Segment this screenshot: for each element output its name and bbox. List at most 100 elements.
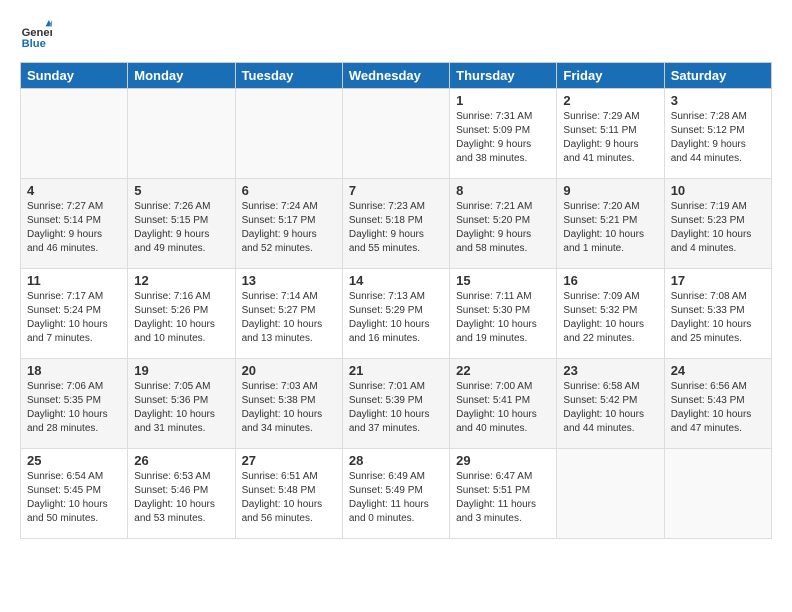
calendar-cell: 19Sunrise: 7:05 AM Sunset: 5:36 PM Dayli… bbox=[128, 359, 235, 449]
day-number: 16 bbox=[563, 273, 657, 288]
column-header-friday: Friday bbox=[557, 63, 664, 89]
calendar-week-row: 25 Sunrise: 6:54 AM Sunset: 5:45 PM Dayli… bbox=[21, 449, 772, 539]
day-info: Sunrise: 7:00 AM Sunset: 5:41 PM Dayligh… bbox=[456, 380, 550, 436]
calendar-cell: 24 Sunrise: 6:56 AM Sunset: 5:43 PM Dayli… bbox=[664, 359, 771, 449]
day-info: Sunrise: 7:17 AM Sunset: 5:24 PM Dayligh… bbox=[27, 290, 121, 346]
calendar-cell: 2 Sunrise: 7:29 AM Sunset: 5:11 PM Daylig… bbox=[557, 89, 664, 179]
day-number: 26 bbox=[134, 453, 228, 468]
day-number: 25 bbox=[27, 453, 121, 468]
logo-icon: General Blue bbox=[20, 20, 52, 52]
day-number: 22 bbox=[456, 363, 550, 378]
day-number: 17 bbox=[671, 273, 765, 288]
day-info: Sunrise: 7:27 AM Sunset: 5:14 PM Dayligh… bbox=[27, 200, 121, 256]
calendar-cell: 10 Sunrise: 7:19 AM Sunset: 5:23 PM Dayli… bbox=[664, 179, 771, 269]
calendar-cell: 25 Sunrise: 6:54 AM Sunset: 5:45 PM Dayli… bbox=[21, 449, 128, 539]
calendar-cell: 22 Sunrise: 7:00 AM Sunset: 5:41 PM Dayli… bbox=[450, 359, 557, 449]
calendar-cell bbox=[557, 449, 664, 539]
calendar-cell: 14 Sunrise: 7:13 AM Sunset: 5:29 PM Dayli… bbox=[342, 269, 449, 359]
calendar-cell: 1Sunrise: 7:31 AM Sunset: 5:09 PM Daylig… bbox=[450, 89, 557, 179]
calendar-cell: 12 Sunrise: 7:16 AM Sunset: 5:26 PM Dayli… bbox=[128, 269, 235, 359]
day-number: 12 bbox=[134, 273, 228, 288]
day-number: 11 bbox=[27, 273, 121, 288]
day-info: Sunrise: 7:20 AM Sunset: 5:21 PM Dayligh… bbox=[563, 200, 657, 256]
day-number: 3 bbox=[671, 93, 765, 108]
calendar-cell: 27Sunrise: 6:51 AM Sunset: 5:48 PM Dayli… bbox=[235, 449, 342, 539]
calendar-cell bbox=[664, 449, 771, 539]
calendar-cell: 28 Sunrise: 6:49 AM Sunset: 5:49 PM Dayli… bbox=[342, 449, 449, 539]
day-number: 14 bbox=[349, 273, 443, 288]
day-info: Sunrise: 6:53 AM Sunset: 5:46 PM Dayligh… bbox=[134, 470, 228, 526]
day-info: Sunrise: 7:13 AM Sunset: 5:29 PM Dayligh… bbox=[349, 290, 443, 346]
column-header-monday: Monday bbox=[128, 63, 235, 89]
calendar-cell: 3 Sunrise: 7:28 AM Sunset: 5:12 PM Daylig… bbox=[664, 89, 771, 179]
day-info: Sunrise: 7:26 AM Sunset: 5:15 PM Dayligh… bbox=[134, 200, 228, 256]
day-number: 13 bbox=[242, 273, 336, 288]
calendar-cell: 23 Sunrise: 6:58 AM Sunset: 5:42 PM Dayli… bbox=[557, 359, 664, 449]
day-info: Sunrise: 7:14 AM Sunset: 5:27 PM Dayligh… bbox=[242, 290, 336, 346]
day-number: 28 bbox=[349, 453, 443, 468]
day-info: Sunrise: 7:16 AM Sunset: 5:26 PM Dayligh… bbox=[134, 290, 228, 346]
calendar-cell: 16 Sunrise: 7:09 AM Sunset: 5:32 PM Dayli… bbox=[557, 269, 664, 359]
day-info: Sunrise: 7:11 AM Sunset: 5:30 PM Dayligh… bbox=[456, 290, 550, 346]
day-number: 5 bbox=[134, 183, 228, 198]
page-header: General Blue bbox=[20, 20, 772, 52]
day-info: Sunrise: 7:24 AM Sunset: 5:17 PM Dayligh… bbox=[242, 200, 336, 256]
day-number: 19 bbox=[134, 363, 228, 378]
calendar-week-row: 11 Sunrise: 7:17 AM Sunset: 5:24 PM Dayli… bbox=[21, 269, 772, 359]
day-info: Sunrise: 7:08 AM Sunset: 5:33 PM Dayligh… bbox=[671, 290, 765, 346]
column-header-sunday: Sunday bbox=[21, 63, 128, 89]
calendar-cell bbox=[235, 89, 342, 179]
column-header-saturday: Saturday bbox=[664, 63, 771, 89]
day-number: 2 bbox=[563, 93, 657, 108]
day-number: 18 bbox=[27, 363, 121, 378]
day-info: Sunrise: 7:19 AM Sunset: 5:23 PM Dayligh… bbox=[671, 200, 765, 256]
day-info: Sunrise: 7:29 AM Sunset: 5:11 PM Dayligh… bbox=[563, 110, 657, 166]
calendar-cell: 20 Sunrise: 7:03 AM Sunset: 5:38 PM Dayli… bbox=[235, 359, 342, 449]
calendar-cell: 6 Sunrise: 7:24 AM Sunset: 5:17 PM Daylig… bbox=[235, 179, 342, 269]
day-number: 23 bbox=[563, 363, 657, 378]
calendar-week-row: 18 Sunrise: 7:06 AM Sunset: 5:35 PM Dayli… bbox=[21, 359, 772, 449]
svg-text:General: General bbox=[22, 27, 52, 39]
day-number: 21 bbox=[349, 363, 443, 378]
calendar-cell: 5 Sunrise: 7:26 AM Sunset: 5:15 PM Daylig… bbox=[128, 179, 235, 269]
day-info: Sunrise: 7:23 AM Sunset: 5:18 PM Dayligh… bbox=[349, 200, 443, 256]
calendar-cell: 11 Sunrise: 7:17 AM Sunset: 5:24 PM Dayli… bbox=[21, 269, 128, 359]
day-number: 24 bbox=[671, 363, 765, 378]
day-number: 29 bbox=[456, 453, 550, 468]
calendar-cell: 13 Sunrise: 7:14 AM Sunset: 5:27 PM Dayli… bbox=[235, 269, 342, 359]
calendar-cell: 21 Sunrise: 7:01 AM Sunset: 5:39 PM Dayli… bbox=[342, 359, 449, 449]
svg-text:Blue: Blue bbox=[22, 38, 46, 50]
day-info: Sunrise: 7:06 AM Sunset: 5:35 PM Dayligh… bbox=[27, 380, 121, 436]
calendar-table: SundayMondayTuesdayWednesdayThursdayFrid… bbox=[20, 62, 772, 539]
day-info: Sunrise: 7:28 AM Sunset: 5:12 PM Dayligh… bbox=[671, 110, 765, 166]
day-info: Sunrise: 6:51 AM Sunset: 5:48 PM Dayligh… bbox=[242, 470, 336, 526]
day-number: 6 bbox=[242, 183, 336, 198]
day-info: Sunrise: 7:01 AM Sunset: 5:39 PM Dayligh… bbox=[349, 380, 443, 436]
logo: General Blue bbox=[20, 20, 56, 52]
day-info: Sunrise: 6:56 AM Sunset: 5:43 PM Dayligh… bbox=[671, 380, 765, 436]
day-number: 4 bbox=[27, 183, 121, 198]
calendar-cell: 8 Sunrise: 7:21 AM Sunset: 5:20 PM Daylig… bbox=[450, 179, 557, 269]
day-number: 10 bbox=[671, 183, 765, 198]
day-info: Sunrise: 6:58 AM Sunset: 5:42 PM Dayligh… bbox=[563, 380, 657, 436]
day-info: Sunrise: 6:54 AM Sunset: 5:45 PM Dayligh… bbox=[27, 470, 121, 526]
calendar-week-row: 1Sunrise: 7:31 AM Sunset: 5:09 PM Daylig… bbox=[21, 89, 772, 179]
column-header-thursday: Thursday bbox=[450, 63, 557, 89]
calendar-cell bbox=[128, 89, 235, 179]
calendar-header-row: SundayMondayTuesdayWednesdayThursdayFrid… bbox=[21, 63, 772, 89]
calendar-cell: 17 Sunrise: 7:08 AM Sunset: 5:33 PM Dayli… bbox=[664, 269, 771, 359]
calendar-cell bbox=[21, 89, 128, 179]
calendar-week-row: 4 Sunrise: 7:27 AM Sunset: 5:14 PM Daylig… bbox=[21, 179, 772, 269]
day-info: Sunrise: 7:31 AM Sunset: 5:09 PM Dayligh… bbox=[456, 110, 550, 166]
day-info: Sunrise: 6:47 AM Sunset: 5:51 PM Dayligh… bbox=[456, 470, 550, 526]
calendar-cell: 9 Sunrise: 7:20 AM Sunset: 5:21 PM Daylig… bbox=[557, 179, 664, 269]
day-info: Sunrise: 7:03 AM Sunset: 5:38 PM Dayligh… bbox=[242, 380, 336, 436]
calendar-cell: 15Sunrise: 7:11 AM Sunset: 5:30 PM Dayli… bbox=[450, 269, 557, 359]
day-info: Sunrise: 7:09 AM Sunset: 5:32 PM Dayligh… bbox=[563, 290, 657, 346]
day-number: 9 bbox=[563, 183, 657, 198]
calendar-cell: 7Sunrise: 7:23 AM Sunset: 5:18 PM Daylig… bbox=[342, 179, 449, 269]
day-info: Sunrise: 6:49 AM Sunset: 5:49 PM Dayligh… bbox=[349, 470, 443, 526]
day-info: Sunrise: 7:21 AM Sunset: 5:20 PM Dayligh… bbox=[456, 200, 550, 256]
day-number: 20 bbox=[242, 363, 336, 378]
day-number: 8 bbox=[456, 183, 550, 198]
